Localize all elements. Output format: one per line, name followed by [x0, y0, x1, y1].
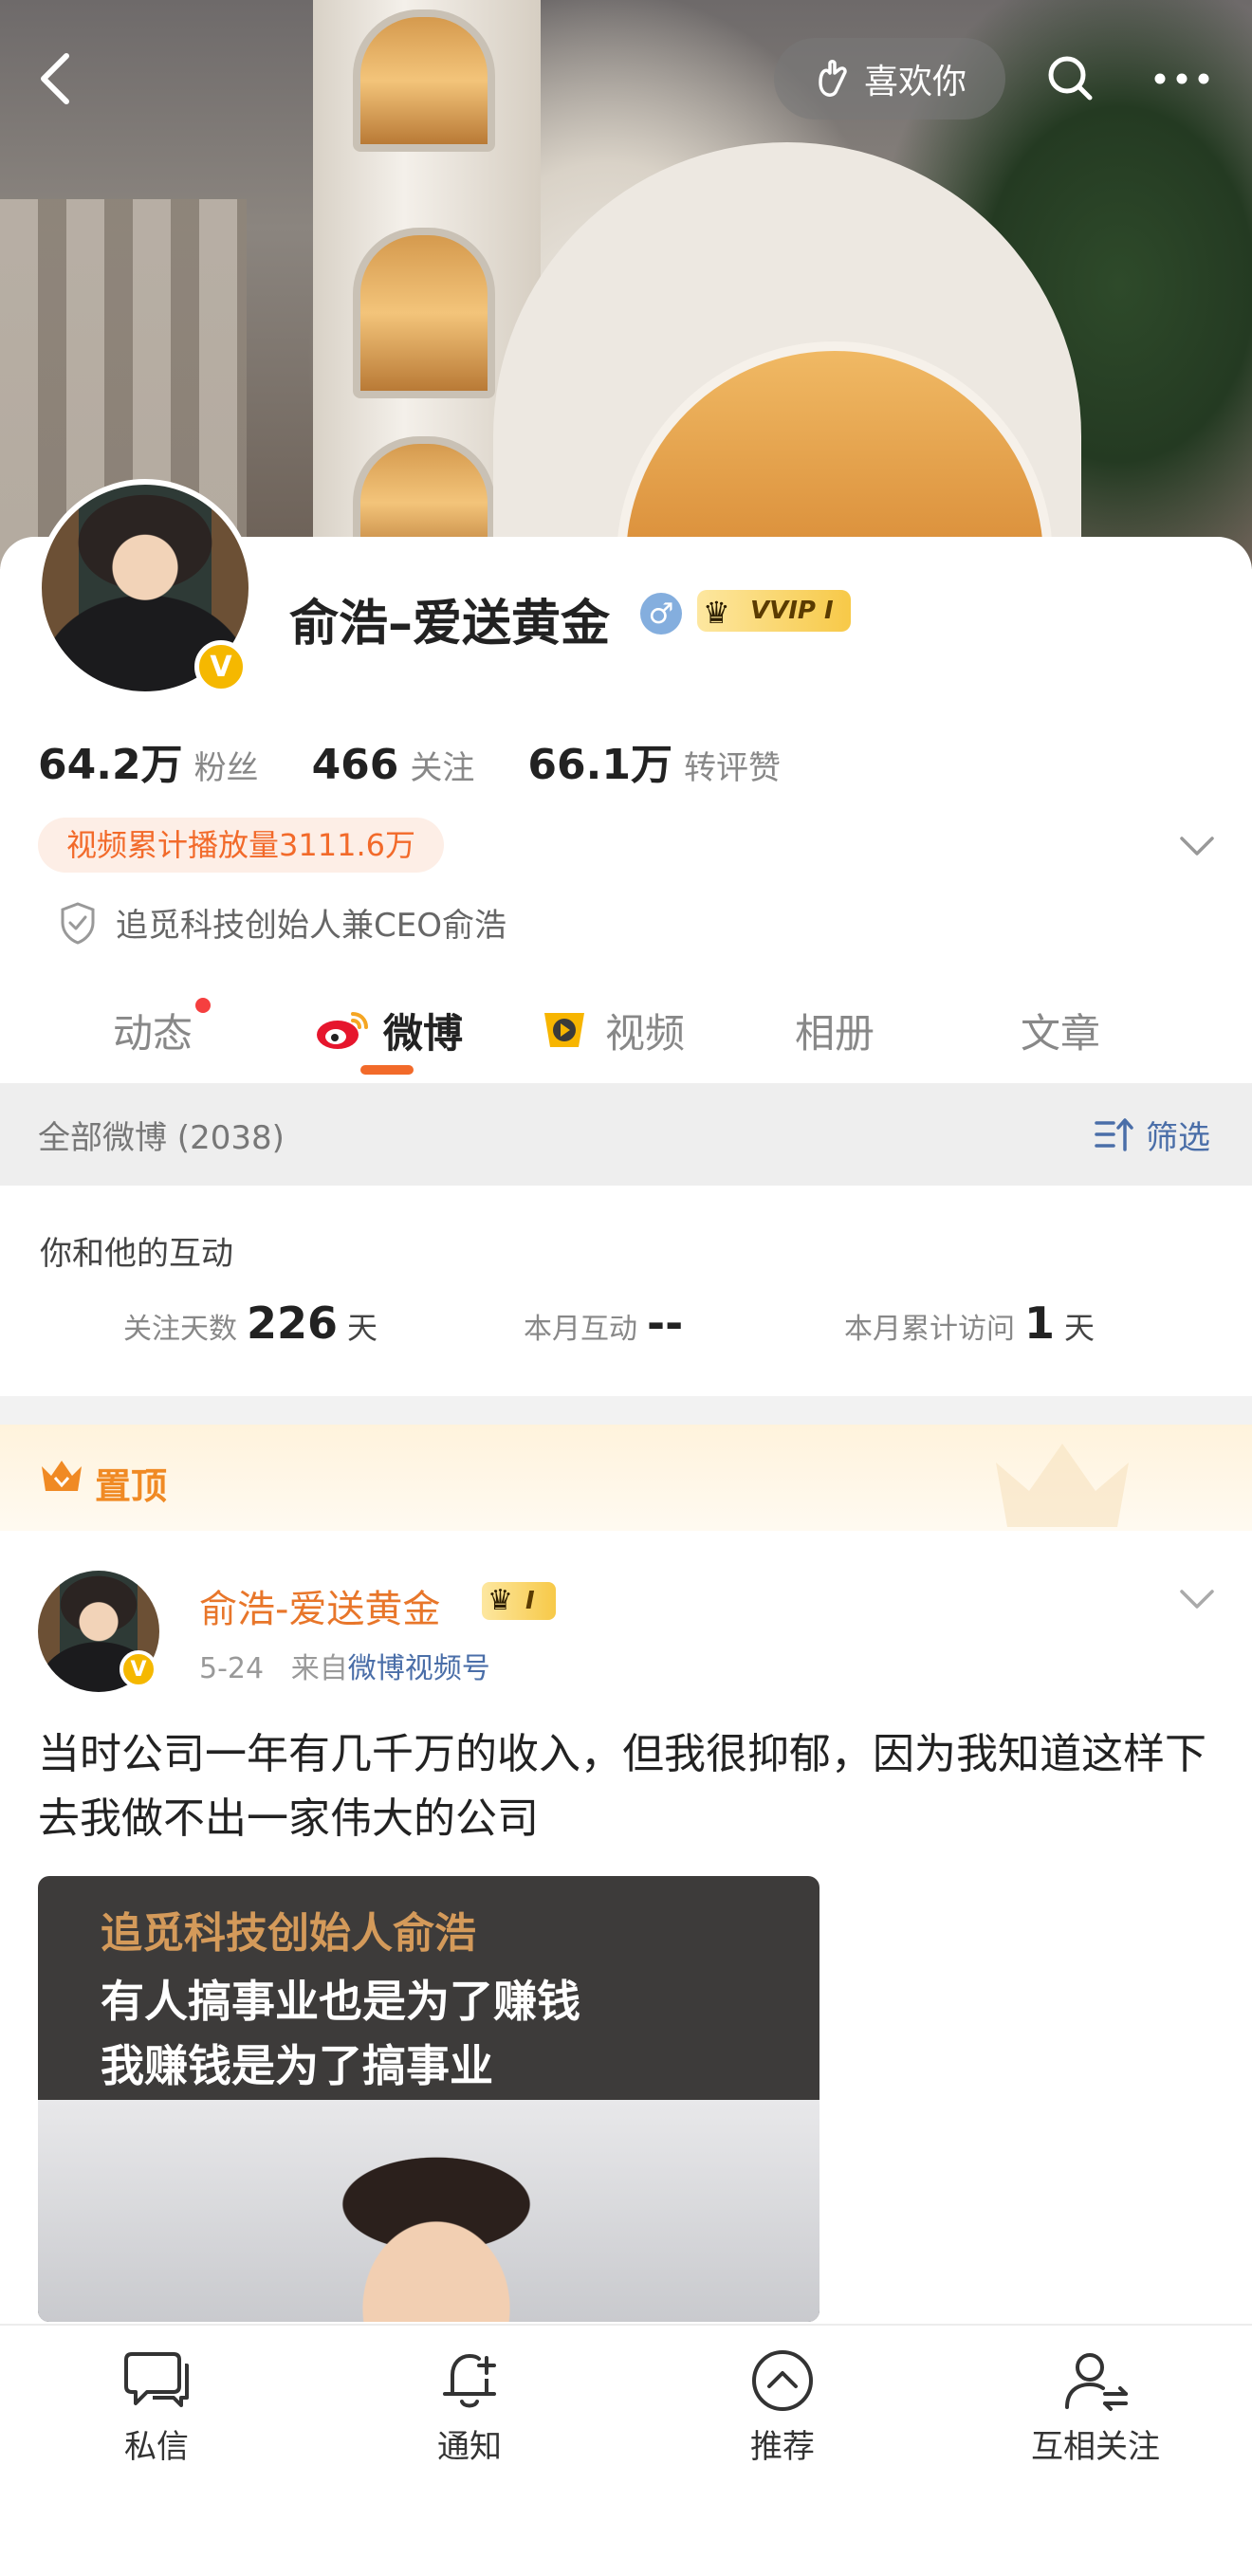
tab-feed[interactable]: 动态: [0, 977, 305, 1083]
post-source-link[interactable]: 微博视频号: [348, 1652, 490, 1685]
post-date: 5-24: [199, 1652, 265, 1685]
stat-value: 64.2万: [38, 741, 183, 789]
tab-articles[interactable]: 文章: [920, 977, 1201, 1083]
crown-watermark-icon: [996, 1444, 1129, 1527]
post-source-prefix: 来自: [290, 1652, 348, 1685]
crown-icon: [42, 1461, 82, 1491]
interaction-label: 本月累计访问: [844, 1313, 1015, 1346]
feed-filter-bar: 全部微博 (2038) 筛选: [0, 1083, 1252, 1186]
post-menu-chevron-icon[interactable]: [1176, 1578, 1218, 1620]
chevron-down-icon[interactable]: [1176, 825, 1218, 867]
interaction-label: 本月互动: [524, 1313, 637, 1346]
more-dots-icon: [1154, 73, 1209, 84]
profile-tabs: 动态 微博 视频 相册 文章: [0, 977, 1252, 1083]
like-you-button[interactable]: 喜欢你: [774, 38, 1005, 120]
vvip-badge[interactable]: ♛ VVIP I: [697, 590, 851, 632]
bottom-recommend-button[interactable]: 推荐: [626, 2326, 939, 2576]
verification-text: 追觅科技创始人兼CEO俞浩: [116, 907, 506, 945]
bottom-label: 推荐: [750, 2428, 815, 2466]
bottom-mutual-follow-button[interactable]: 互相关注: [939, 2326, 1252, 2576]
bell-plus-icon: [443, 2353, 496, 2408]
back-button[interactable]: [17, 38, 93, 120]
tab-album[interactable]: 相册: [749, 977, 920, 1083]
shield-check-icon: [61, 901, 95, 945]
search-icon: [1048, 56, 1093, 101]
unread-dot: [195, 998, 211, 1013]
bottom-action-bar: 私信 通知 推荐 互相关注: [0, 2324, 1252, 2576]
interaction-title: 你和他的互动: [40, 1235, 233, 1273]
pinned-header: 置顶: [0, 1425, 1252, 1531]
verified-badge-letter: V: [130, 1657, 147, 1682]
video-play-icon: [543, 1013, 584, 1047]
post-verified-badge: V: [120, 1650, 157, 1688]
user-exchange-icon: [1065, 2353, 1128, 2411]
interaction-value: 226: [247, 1297, 339, 1349]
chevron-up-circle-icon: [752, 2350, 813, 2411]
tab-video[interactable]: 视频: [472, 977, 749, 1083]
post-meta: 5-24 来自微博视频号: [199, 1645, 490, 1686]
post-vip-badge[interactable]: ♛ I: [482, 1582, 556, 1620]
bottom-label: 通知: [437, 2428, 502, 2466]
hand-heart-icon: [819, 60, 847, 97]
tab-label: 相册: [794, 1009, 875, 1057]
tab-label: 视频: [604, 1009, 685, 1057]
video-play-count-badge[interactable]: 视频累计播放量3111.6万: [38, 818, 444, 873]
post-vip-label: I: [525, 1587, 535, 1615]
post-author-name[interactable]: 俞浩-爱送黄金: [199, 1578, 440, 1633]
interaction-value: 1: [1024, 1297, 1056, 1349]
filter-label: 筛选: [1146, 1118, 1210, 1157]
pinned-label: 置顶: [95, 1465, 168, 1507]
tab-label: 微博: [382, 1009, 463, 1057]
search-button[interactable]: [1028, 38, 1114, 120]
stat-label: 转评赞: [683, 749, 781, 787]
post-count: 全部微博 (2038): [38, 1118, 285, 1157]
interaction-label: 关注天数: [123, 1313, 237, 1346]
bottom-notify-button[interactable]: 通知: [313, 2326, 626, 2576]
gender-male-icon: ♂: [640, 593, 682, 635]
interaction-unit: 天: [1064, 1310, 1096, 1346]
filter-icon: [1095, 1118, 1133, 1151]
tab-label: 文章: [1020, 1009, 1100, 1057]
vvip-badge-label: VVIP I: [750, 597, 834, 625]
section-divider: [0, 1396, 1252, 1425]
bottom-label: 互相关注: [1031, 2428, 1160, 2466]
tab-label: 动态: [112, 1009, 193, 1057]
chevron-left-icon: [41, 53, 69, 104]
crown-icon: ♛: [488, 1584, 513, 1617]
more-button[interactable]: [1134, 38, 1229, 120]
weibo-logo-icon: [316, 1012, 368, 1049]
video-caption-title: 追觅科技创始人俞浩: [101, 1909, 476, 1958]
verification-info: 追觅科技创始人兼CEO俞浩: [57, 899, 506, 946]
active-tab-indicator: [360, 1065, 414, 1075]
interaction-follow-days: 关注天数 226 天: [123, 1297, 377, 1349]
interaction-value: --: [647, 1297, 684, 1349]
video-caption-line: 有人搞事业也是为了赚钱: [101, 1976, 580, 2027]
verified-badge: V: [194, 640, 248, 693]
stat-reposts-likes[interactable]: 66.1万 转评赞: [527, 730, 781, 791]
verified-badge-letter: V: [210, 650, 232, 684]
stat-followers[interactable]: 64.2万 粉丝: [38, 730, 259, 791]
profile-name: 俞浩–爱送黄金: [289, 596, 611, 653]
post-video-thumbnail[interactable]: 追觅科技创始人俞浩 有人搞事业也是为了赚钱 我赚钱是为了搞事业: [38, 1876, 819, 2322]
stat-value: 466: [311, 741, 399, 789]
bottom-label: 私信: [124, 2428, 189, 2466]
video-caption-line: 我赚钱是为了搞事业: [101, 2040, 493, 2091]
profile-stats: 64.2万 粉丝 466 关注 66.1万 转评赞: [38, 730, 781, 791]
stat-value: 66.1万: [527, 741, 672, 789]
crown-icon: ♛: [703, 595, 730, 631]
stat-label: 关注: [410, 749, 475, 787]
post-text: 当时公司一年有几千万的收入，但我很抑郁，因为我知道这样下去我做不出一家伟大的公司: [38, 1730, 1206, 1843]
filter-button[interactable]: 筛选: [1093, 1112, 1210, 1158]
like-you-label: 喜欢你: [863, 63, 967, 101]
message-icon: [124, 2352, 189, 2407]
stat-label: 粉丝: [193, 749, 259, 787]
stat-following[interactable]: 466 关注: [312, 741, 475, 789]
video-frame: [38, 2100, 819, 2322]
interaction-monthly: 本月互动 --: [524, 1297, 692, 1349]
interaction-monthly-visits: 本月累计访问 1 天: [844, 1297, 1095, 1349]
interaction-panel: 你和他的互动 关注天数 226 天 本月互动 -- 本月累计访问 1 天: [0, 1186, 1252, 1396]
interaction-unit: 天: [347, 1310, 378, 1346]
bottom-message-button[interactable]: 私信: [0, 2326, 313, 2576]
